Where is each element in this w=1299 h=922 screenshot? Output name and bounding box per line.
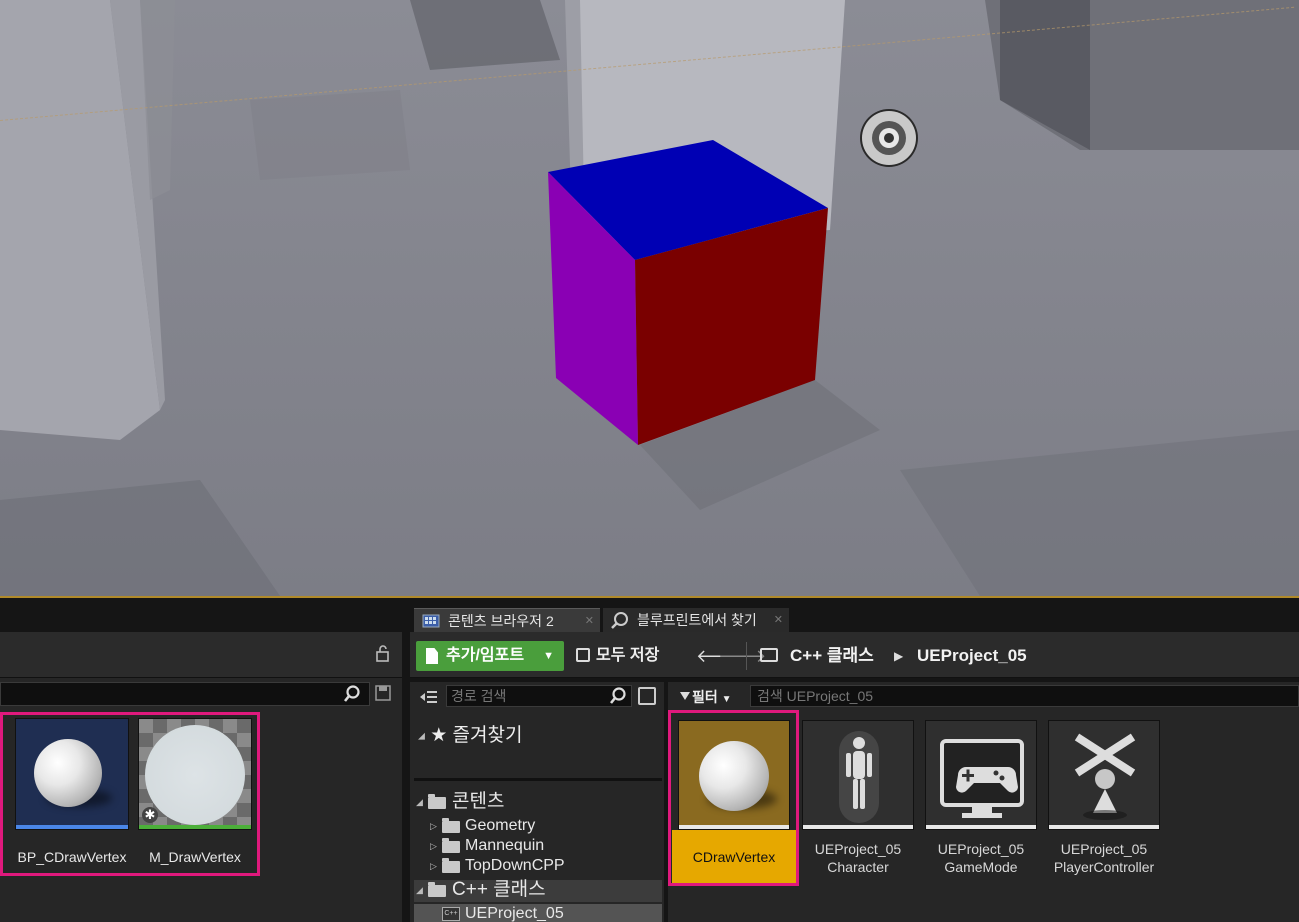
tree-item-ueproject-05[interactable]: C++ UEProject_05 (414, 904, 662, 922)
sources-header: 경로 검색 (410, 682, 664, 712)
left-toolbar (0, 632, 402, 678)
filter-icon (680, 692, 690, 700)
forward-arrow-icon[interactable]: 🡒 (718, 641, 766, 671)
breadcrumb-cpp-classes[interactable]: C++ 클래스 (790, 641, 874, 671)
close-icon[interactable]: ✕ (585, 609, 594, 633)
add-import-label: 추가/임포트 (446, 647, 525, 664)
tree-label: UEProject_05 (465, 905, 564, 922)
asset-label-line2: GameMode (944, 859, 1018, 875)
close-icon[interactable]: ✕ (774, 608, 783, 632)
highlight-box (668, 710, 799, 886)
tree-item-geometry[interactable]: ▷ Geometry (414, 816, 662, 836)
filter-label: 필터 (692, 689, 718, 705)
sources-divider (414, 778, 662, 781)
save-search-icon[interactable] (374, 684, 392, 702)
asset-label-line1: UEProject_05 (937, 841, 1025, 857)
asset-label-line2: PlayerController (1053, 859, 1155, 875)
chevron-down-icon: ▼ (721, 694, 732, 705)
asset-tile-ueproject05-gamemode[interactable]: UEProject_05 GameMode (925, 720, 1037, 876)
tree-item-content[interactable]: ◢ 콘텐츠 (414, 792, 662, 814)
expand-triangle-icon: ▷ (430, 861, 437, 871)
content-browser-icon (422, 614, 440, 628)
sources-panel: 경로 검색 ◢ ★ 즐겨찾기 ◢ 콘텐츠 ▷ Geometry ▷ Manneq… (410, 682, 664, 922)
save-all-label: 모두 저장 (596, 647, 660, 664)
cpp-class-icon: C++ (442, 907, 460, 921)
favorites-section[interactable]: ◢ ★ 즐겨찾기 (418, 720, 522, 747)
collapse-triangle-icon: ◢ (418, 730, 425, 741)
back-arrow-icon[interactable]: 🡐 (696, 641, 744, 671)
content-browser-toolbar: 추가/임포트 ▼ 모두 저장 🡐🡒 C++ 클래스 ▶ UEProject_05 (410, 632, 1299, 678)
folder-icon (428, 794, 446, 809)
toolbar-divider (746, 642, 747, 670)
expand-triangle-icon: ▷ (430, 841, 437, 851)
search-icon[interactable] (343, 685, 361, 703)
tree-item-mannequin[interactable]: ▷ Mannequin (414, 836, 662, 856)
asset-search-input[interactable]: 검색 UEProject_05 (750, 685, 1299, 707)
highlight-box (0, 712, 260, 876)
asset-label-line2: Character (827, 859, 889, 875)
save-icon (576, 648, 590, 662)
expand-triangle-icon: ▷ (430, 821, 437, 831)
tab-label: 콘텐츠 브라우저 2 (448, 613, 554, 629)
character-icon (839, 731, 879, 823)
asset-tile-ueproject05-playercontroller[interactable]: UEProject_05 PlayerController (1048, 720, 1160, 876)
tree-label: C++ 클래스 (452, 879, 546, 900)
folder-icon (442, 858, 460, 873)
collapse-triangle-icon: ◢ (416, 797, 423, 807)
history-nav: 🡐🡒 (696, 641, 766, 671)
list-view-icon[interactable] (638, 687, 656, 705)
path-search-input[interactable]: 경로 검색 (446, 685, 632, 707)
folder-icon (442, 818, 460, 833)
asset-tile-ueproject05-character[interactable]: UEProject_05 Character (802, 720, 914, 876)
left-search-input[interactable] (0, 682, 370, 706)
gamepad-icon (940, 739, 1024, 818)
content-browser-dock: 콘텐츠 브라우저 2 ✕ 블루프린트에서 찾기 ✕ BP_CDrawVertex… (0, 598, 1299, 922)
star-icon: ★ (430, 725, 448, 746)
save-all-button[interactable]: 모두 저장 (574, 641, 659, 671)
cpp-folder-icon (428, 882, 446, 897)
add-import-button[interactable]: 추가/임포트 ▼ (416, 641, 564, 671)
asset-search-placeholder: 검색 UEProject_05 (757, 688, 874, 704)
tab-content-browser-2[interactable]: 콘텐츠 브라우저 2 ✕ (414, 608, 600, 632)
breadcrumb-arrow-icon[interactable]: ▶ (894, 641, 903, 671)
tree-item-cpp-classes[interactable]: ◢ C++ 클래스 (414, 880, 662, 902)
tree-label: TopDownCPP (465, 857, 565, 874)
breadcrumb-ueproject-05[interactable]: UEProject_05 (917, 641, 1027, 671)
tree-item-topdowncpp[interactable]: ▷ TopDownCPP (414, 856, 662, 876)
chevron-down-icon: ▼ (543, 650, 554, 662)
tab-label: 블루프린트에서 찾기 (637, 612, 757, 628)
asset-view: 필터 ▼ 검색 UEProject_05 CDrawVertex UEProje… (668, 682, 1299, 922)
new-file-icon (426, 648, 438, 664)
asset-label-line1: UEProject_05 (814, 841, 902, 857)
folder-open-icon[interactable] (760, 648, 778, 662)
level-viewport[interactable] (0, 0, 1299, 596)
tab-find-in-blueprints[interactable]: 블루프린트에서 찾기 ✕ (603, 608, 789, 632)
viewport-scene (0, 0, 1299, 596)
tree-label: Mannequin (465, 837, 545, 854)
favorites-label: 즐겨찾기 (452, 725, 523, 746)
magnifier-icon (611, 612, 628, 629)
player-controller-icon (1074, 733, 1136, 820)
asset-thumbnail (1048, 720, 1160, 830)
collapse-sources-icon[interactable] (418, 687, 438, 707)
left-asset-panel: BP_CDrawVertex ✱ M_DrawVertex (0, 632, 402, 922)
search-icon[interactable] (609, 687, 627, 705)
asset-label-line1: UEProject_05 (1060, 841, 1148, 857)
folder-icon (442, 838, 460, 853)
unlock-icon[interactable] (374, 644, 392, 662)
filter-button[interactable]: 필터 ▼ (678, 686, 732, 708)
path-search-placeholder: 경로 검색 (451, 688, 507, 704)
asset-thumbnail (925, 720, 1037, 830)
collapse-triangle-icon: ◢ (416, 885, 423, 895)
tree-label: Geometry (465, 817, 536, 834)
tree-label: 콘텐츠 (452, 791, 505, 812)
asset-thumbnail (802, 720, 914, 830)
